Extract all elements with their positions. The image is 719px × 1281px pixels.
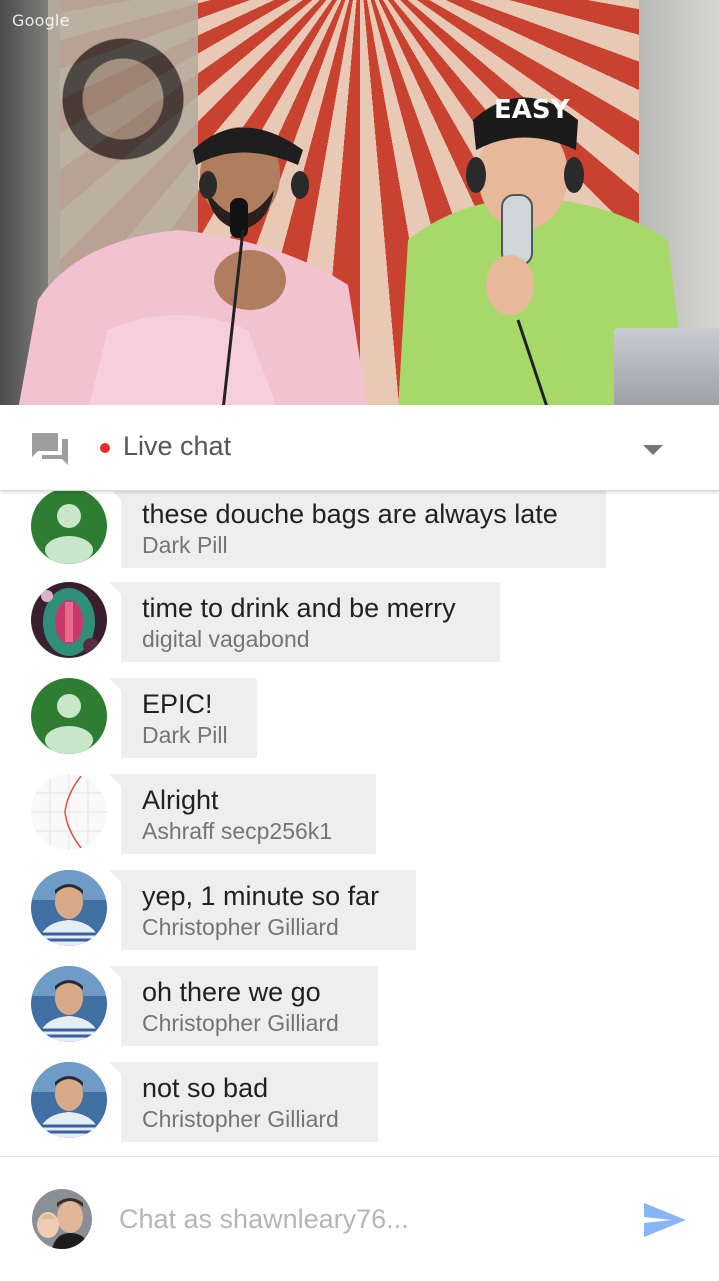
message-author: Christopher Gilliard (142, 914, 339, 940)
chat-message: EPIC! Dark Pill (0, 678, 719, 774)
artwork-avatar-image (31, 582, 107, 658)
message-author: Ashraff secp256k1 (142, 818, 333, 844)
message-text: oh there we go (142, 977, 321, 1007)
default-user-icon (31, 678, 107, 754)
avatar[interactable] (31, 582, 107, 658)
avatar[interactable] (31, 774, 107, 850)
video-watermark: Google (12, 11, 70, 30)
message-text: time to drink and be merry (142, 593, 456, 623)
message-author: Christopher Gilliard (142, 1106, 339, 1132)
forum-icon (32, 433, 68, 465)
chat-message: time to drink and be merry digital vagab… (0, 582, 719, 678)
hat-text: EASY (494, 95, 571, 125)
message-bubble: yep, 1 minute so far Christopher Gilliar… (109, 870, 416, 950)
avatar[interactable] (31, 678, 107, 754)
chat-header: Live chat (0, 405, 719, 491)
message-bubble: EPIC! Dark Pill (109, 678, 257, 758)
avatar[interactable] (31, 1062, 107, 1138)
message-text: not so bad (142, 1073, 269, 1103)
chat-composer (0, 1156, 719, 1281)
message-text: yep, 1 minute so far (142, 881, 380, 911)
message-author: Dark Pill (142, 722, 228, 748)
message-author: Christopher Gilliard (142, 1010, 339, 1036)
send-icon[interactable] (644, 1203, 686, 1237)
chat-input[interactable] (119, 1197, 619, 1241)
person-photo-avatar (31, 870, 107, 946)
chat-message: yep, 1 minute so far Christopher Gilliar… (0, 870, 719, 966)
person-photo-avatar (31, 1062, 107, 1138)
message-text: EPIC! (142, 689, 213, 719)
chat-message: oh there we go Christopher Gilliard (0, 966, 719, 1062)
curve-avatar-image (31, 774, 107, 850)
message-bubble: Alright Ashraff secp256k1 (109, 774, 376, 854)
message-bubble: time to drink and be merry digital vagab… (109, 582, 500, 662)
dropdown-arrow-icon[interactable] (643, 443, 663, 457)
message-author: digital vagabond (142, 626, 310, 652)
live-indicator-dot (100, 443, 110, 453)
avatar[interactable] (31, 966, 107, 1042)
video-person-left (18, 127, 368, 405)
chat-messages-list[interactable]: these douche bags are always late Dark P… (0, 490, 719, 1156)
chat-message: these douche bags are always late Dark P… (0, 490, 719, 584)
video-player[interactable]: EASY Google (0, 0, 719, 405)
person-photo-avatar (31, 966, 107, 1042)
default-user-icon (31, 490, 107, 564)
message-author: Dark Pill (142, 532, 228, 558)
chat-message: not so bad Christopher Gilliard (0, 1062, 719, 1156)
video-laptop (614, 328, 719, 405)
chat-title: Live chat (123, 431, 232, 461)
message-bubble: not so bad Christopher Gilliard (109, 1062, 378, 1142)
current-user-photo (32, 1189, 92, 1249)
chat-message: Alright Ashraff secp256k1 (0, 774, 719, 870)
message-bubble: oh there we go Christopher Gilliard (109, 966, 378, 1046)
message-bubble: these douche bags are always late Dark P… (109, 490, 606, 568)
message-text: Alright (142, 785, 219, 815)
avatar[interactable] (31, 870, 107, 946)
current-user-avatar[interactable] (32, 1189, 92, 1249)
message-text: these douche bags are always late (142, 499, 558, 529)
avatar[interactable] (31, 490, 107, 564)
